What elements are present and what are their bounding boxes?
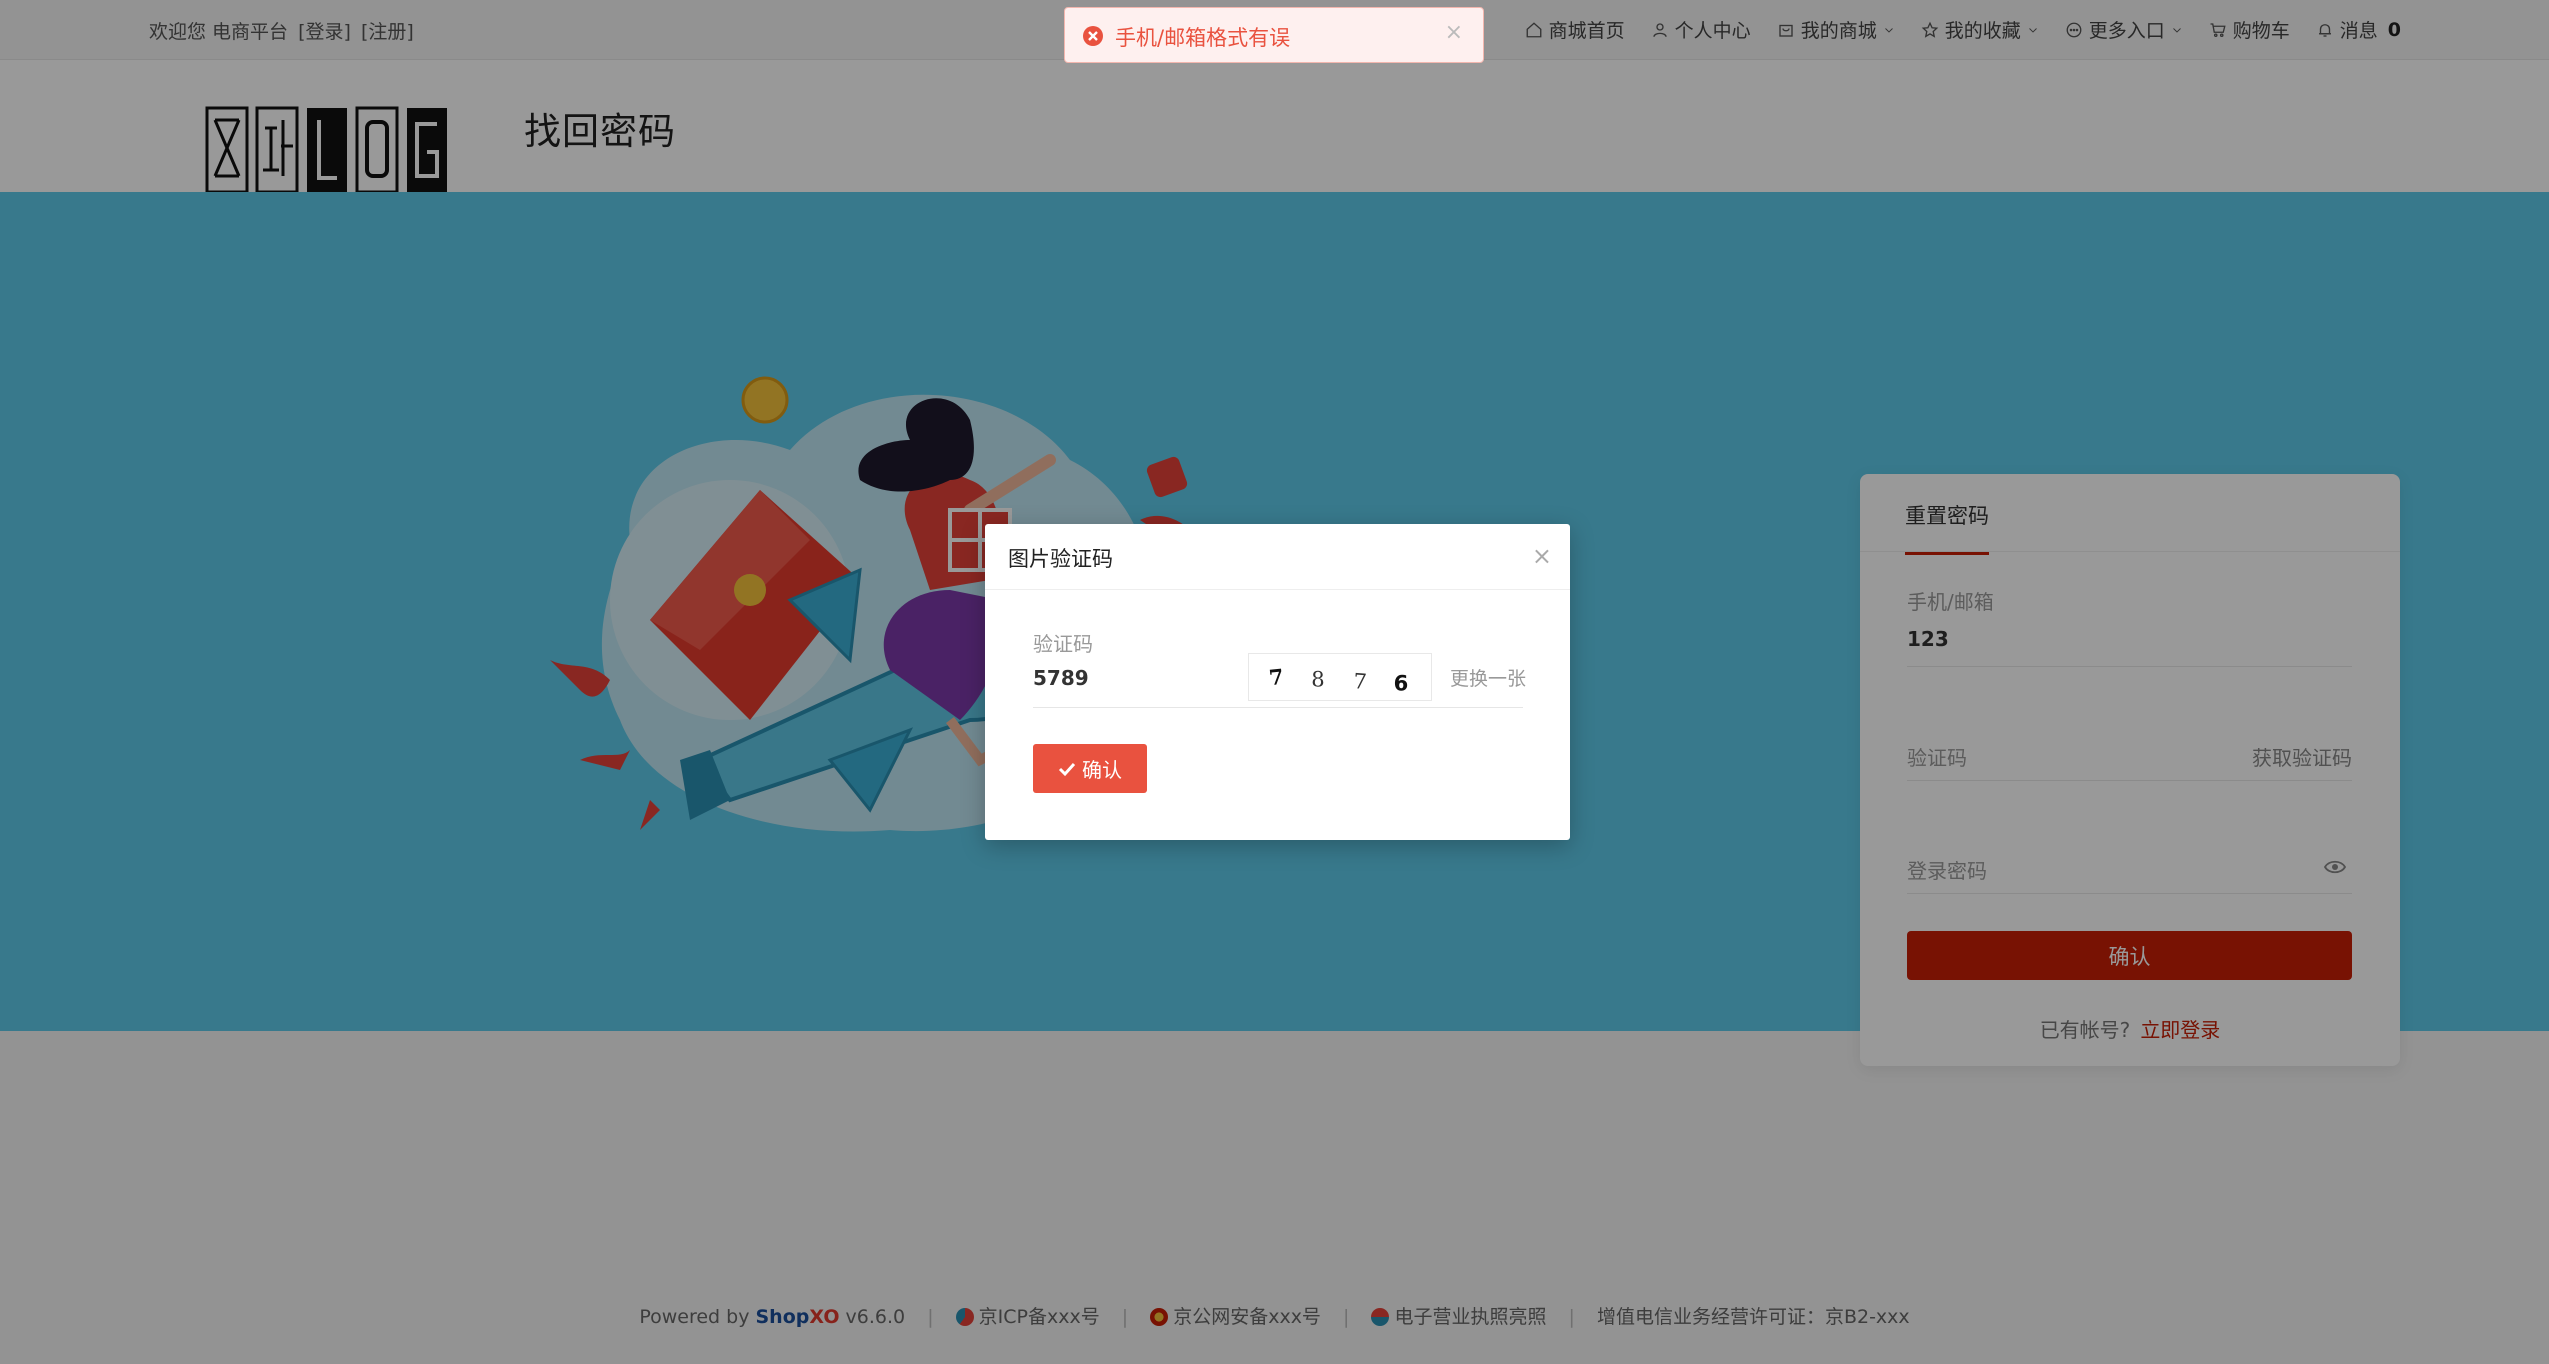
toast-message: 手机/邮箱格式有误 xyxy=(1115,26,1291,50)
captcha-char: 7 xyxy=(1268,664,1285,690)
modal-title: 图片验证码 xyxy=(1008,547,1113,571)
captcha-char: 6 xyxy=(1394,670,1409,695)
captcha-image[interactable]: 7 8 7 6 xyxy=(1248,653,1432,701)
captcha-char: 7 xyxy=(1353,668,1368,694)
captcha-modal: 图片验证码 × 验证码 5789 7 8 7 6 更换一张 确认 xyxy=(985,524,1570,840)
captcha-char: 8 xyxy=(1311,667,1324,692)
captcha-input[interactable]: 5789 xyxy=(1033,666,1089,690)
refresh-captcha-link[interactable]: 更换一张 xyxy=(1450,664,1526,691)
error-circle-icon xyxy=(1083,26,1103,46)
captcha-input-underline xyxy=(1033,707,1523,708)
captcha-field-label: 验证码 xyxy=(1033,632,1093,656)
error-toast: 手机/邮箱格式有误 × xyxy=(1064,7,1484,63)
modal-header: 图片验证码 × xyxy=(985,524,1570,590)
captcha-confirm-label: 确认 xyxy=(1082,758,1122,782)
close-icon[interactable]: × xyxy=(1532,542,1552,570)
close-icon[interactable]: × xyxy=(1445,20,1463,45)
check-icon xyxy=(1058,762,1076,776)
captcha-confirm-button[interactable]: 确认 xyxy=(1033,744,1147,793)
